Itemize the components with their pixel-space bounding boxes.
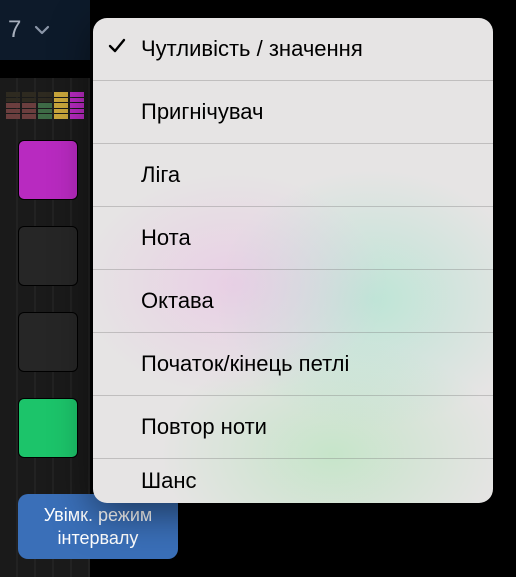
chevron-down-icon[interactable] (33, 21, 51, 39)
menu-item[interactable]: Октава (93, 270, 493, 333)
step-cell[interactable] (18, 312, 78, 372)
topbar-number: 7 (8, 16, 21, 44)
menu-item-label: Нота (141, 225, 191, 251)
interval-mode-label-line1: Увімк. режим (34, 504, 162, 527)
interval-mode-label-line2: інтервалу (34, 527, 162, 550)
step-cell[interactable] (18, 398, 78, 458)
topbar: 7 (0, 0, 90, 60)
checkmark-icon (107, 36, 127, 62)
menu-item[interactable]: Нота (93, 207, 493, 270)
meter-strip (6, 92, 20, 120)
meter-strip (22, 92, 36, 120)
menu-item[interactable]: Початок/кінець петлі (93, 333, 493, 396)
menu-item[interactable]: Повтор ноти (93, 396, 493, 459)
menu-item[interactable]: Ліга (93, 144, 493, 207)
meter-strip (54, 92, 68, 120)
menu-item[interactable]: Пригнічувач (93, 81, 493, 144)
level-meters (6, 92, 84, 120)
menu-item[interactable]: Шанс (93, 459, 493, 503)
menu-item[interactable]: Чутливість / значення (93, 18, 493, 81)
parameter-menu[interactable]: Чутливість / значення Пригнічувач Ліга Нота… (93, 18, 493, 503)
menu-item-label: Октава (141, 288, 214, 314)
interval-mode-button[interactable]: Увімк. режим інтервалу (18, 494, 178, 559)
menu-item-label: Чутливість / значення (141, 36, 363, 62)
menu-item-label: Початок/кінець петлі (141, 351, 349, 377)
step-cell[interactable] (18, 140, 78, 200)
meter-strip (38, 92, 52, 120)
menu-item-label: Повтор ноти (141, 414, 267, 440)
meter-strip (70, 92, 84, 120)
menu-item-label: Пригнічувач (141, 99, 264, 125)
menu-item-label: Шанс (141, 468, 197, 494)
menu-item-label: Ліга (141, 162, 180, 188)
step-cell[interactable] (18, 226, 78, 286)
